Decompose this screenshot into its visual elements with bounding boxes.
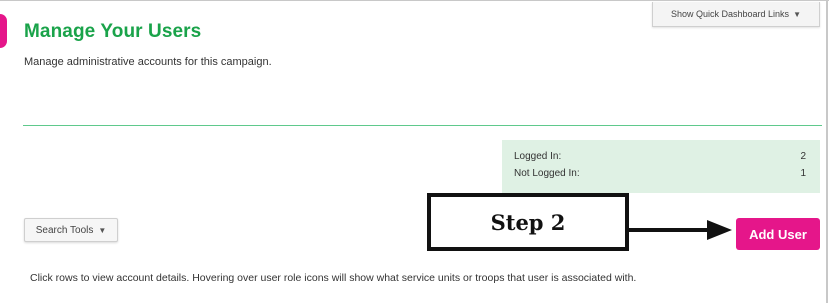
search-tools-button[interactable]: Search Tools ▼ xyxy=(24,218,118,242)
help-text: Click rows to view account details. Hove… xyxy=(30,272,637,284)
logged-in-label: Logged In: xyxy=(514,151,562,162)
top-border xyxy=(0,0,829,1)
not-logged-in-count: 1 xyxy=(800,168,806,179)
not-logged-in-label: Not Logged In: xyxy=(514,168,580,179)
side-tab-marker xyxy=(0,14,7,48)
stat-row-logged-in: Logged In: 2 xyxy=(514,148,806,165)
header-divider xyxy=(23,125,822,126)
right-border xyxy=(826,0,828,303)
add-user-button[interactable]: Add User xyxy=(736,218,820,250)
chevron-down-icon: ▼ xyxy=(793,9,801,19)
logged-in-count: 2 xyxy=(800,151,806,162)
search-tools-label: Search Tools xyxy=(35,224,94,236)
page-subtitle: Manage administrative accounts for this … xyxy=(24,56,272,68)
quick-dashboard-links-button[interactable]: Show Quick Dashboard Links ▼ xyxy=(652,2,820,27)
arrow-right-icon xyxy=(629,220,732,240)
step-annotation-box: Step 2 xyxy=(427,193,629,251)
login-stats-panel: Logged In: 2 Not Logged In: 1 xyxy=(502,140,820,193)
quick-dashboard-links-label: Show Quick Dashboard Links xyxy=(671,9,790,19)
page-title: Manage Your Users xyxy=(24,21,202,42)
step-annotation-label: Step 2 xyxy=(490,209,566,235)
stat-row-not-logged-in: Not Logged In: 1 xyxy=(514,165,806,182)
chevron-down-icon: ▼ xyxy=(98,225,107,235)
